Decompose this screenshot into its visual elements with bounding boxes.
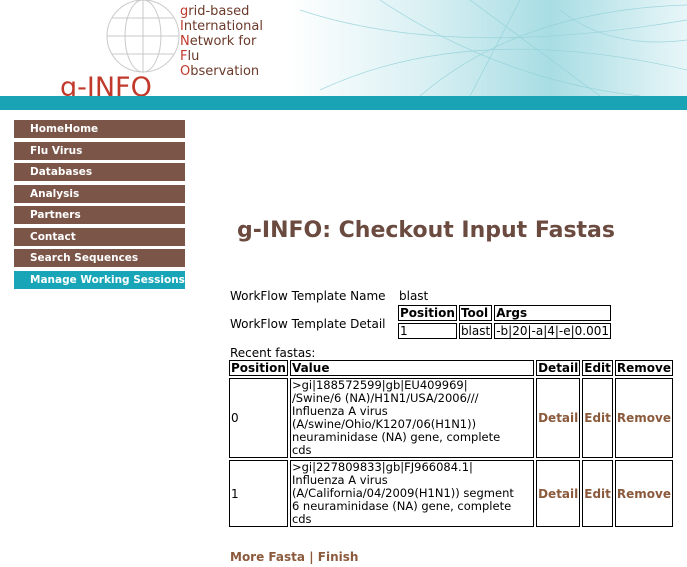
column-header-tool: Tool: [458, 305, 493, 321]
site-header: g-INFO grid-based International Network …: [0, 0, 687, 110]
nav-item-manage-working-sessions[interactable]: Manage Working Sessions: [14, 270, 185, 289]
logo-tagline: grid-based International Network for Flu…: [180, 4, 263, 79]
nav-item-databases[interactable]: Databases: [14, 163, 185, 181]
footer-links: More Fasta | Finish: [230, 550, 358, 564]
detail-link[interactable]: Detail: [538, 487, 578, 501]
detail-link[interactable]: Detail: [538, 411, 578, 425]
nav-item-home[interactable]: HomeHome: [14, 120, 185, 138]
nav-item-analysis[interactable]: Analysis: [14, 184, 185, 203]
table-row: 0 >gi|188572599|gb|EU409969| /Swine/6 (N…: [229, 378, 673, 458]
workflow-detail-table: Position Tool Args 1 blast -b|20|-a|4|-e…: [396, 303, 613, 341]
link-separator: |: [309, 550, 314, 564]
fasta-value-cell: >gi|227809833|gb|FJ966084.1| Influenza A…: [289, 460, 535, 527]
table-row: 1 >gi|227809833|gb|FJ966084.1| Influenza…: [229, 460, 673, 527]
edit-link[interactable]: Edit: [584, 411, 611, 425]
more-fasta-link[interactable]: More Fasta: [230, 550, 305, 564]
workflow-name-value: blast: [399, 289, 429, 303]
sidebar-nav: HomeHome Flu Virus Databases Analysis Pa…: [14, 120, 185, 292]
fasta-table: Position Value Detail Edit Remove 0 >gi|…: [227, 358, 675, 529]
workflow-detail-label: WorkFlow Template Detail: [230, 317, 386, 331]
column-header-edit: Edit: [582, 360, 613, 376]
column-header-detail: Detail: [536, 360, 581, 376]
edit-link[interactable]: Edit: [584, 487, 611, 501]
table-row: 1 blast -b|20|-a|4|-e|0.001: [398, 323, 612, 339]
column-header-args: Args: [494, 305, 612, 321]
detail-args-cell: -b|20|-a|4|-e|0.001: [494, 323, 612, 339]
column-header-position: Position: [398, 305, 457, 321]
fasta-position-cell: 0: [229, 378, 288, 458]
finish-link[interactable]: Finish: [318, 550, 359, 564]
column-header-position: Position: [229, 360, 288, 376]
detail-position-cell: 1: [398, 323, 457, 339]
header-divider: [0, 96, 687, 110]
fasta-value-cell: >gi|188572599|gb|EU409969| /Swine/6 (NA)…: [289, 378, 535, 458]
fasta-position-cell: 1: [229, 460, 288, 527]
nav-item-contact[interactable]: Contact: [14, 227, 185, 246]
remove-link[interactable]: Remove: [617, 411, 671, 425]
page-title: g-INFO: Checkout Input Fastas: [237, 218, 615, 243]
remove-link[interactable]: Remove: [617, 487, 671, 501]
detail-tool-cell: blast: [458, 323, 493, 339]
column-header-value: Value: [289, 360, 535, 376]
column-header-remove: Remove: [614, 360, 673, 376]
nav-item-partners[interactable]: Partners: [14, 206, 185, 224]
workflow-name-label: WorkFlow Template Name: [230, 289, 386, 303]
nav-item-search-sequences[interactable]: Search Sequences: [14, 249, 185, 267]
nav-item-flu-virus[interactable]: Flu Virus: [14, 141, 185, 160]
